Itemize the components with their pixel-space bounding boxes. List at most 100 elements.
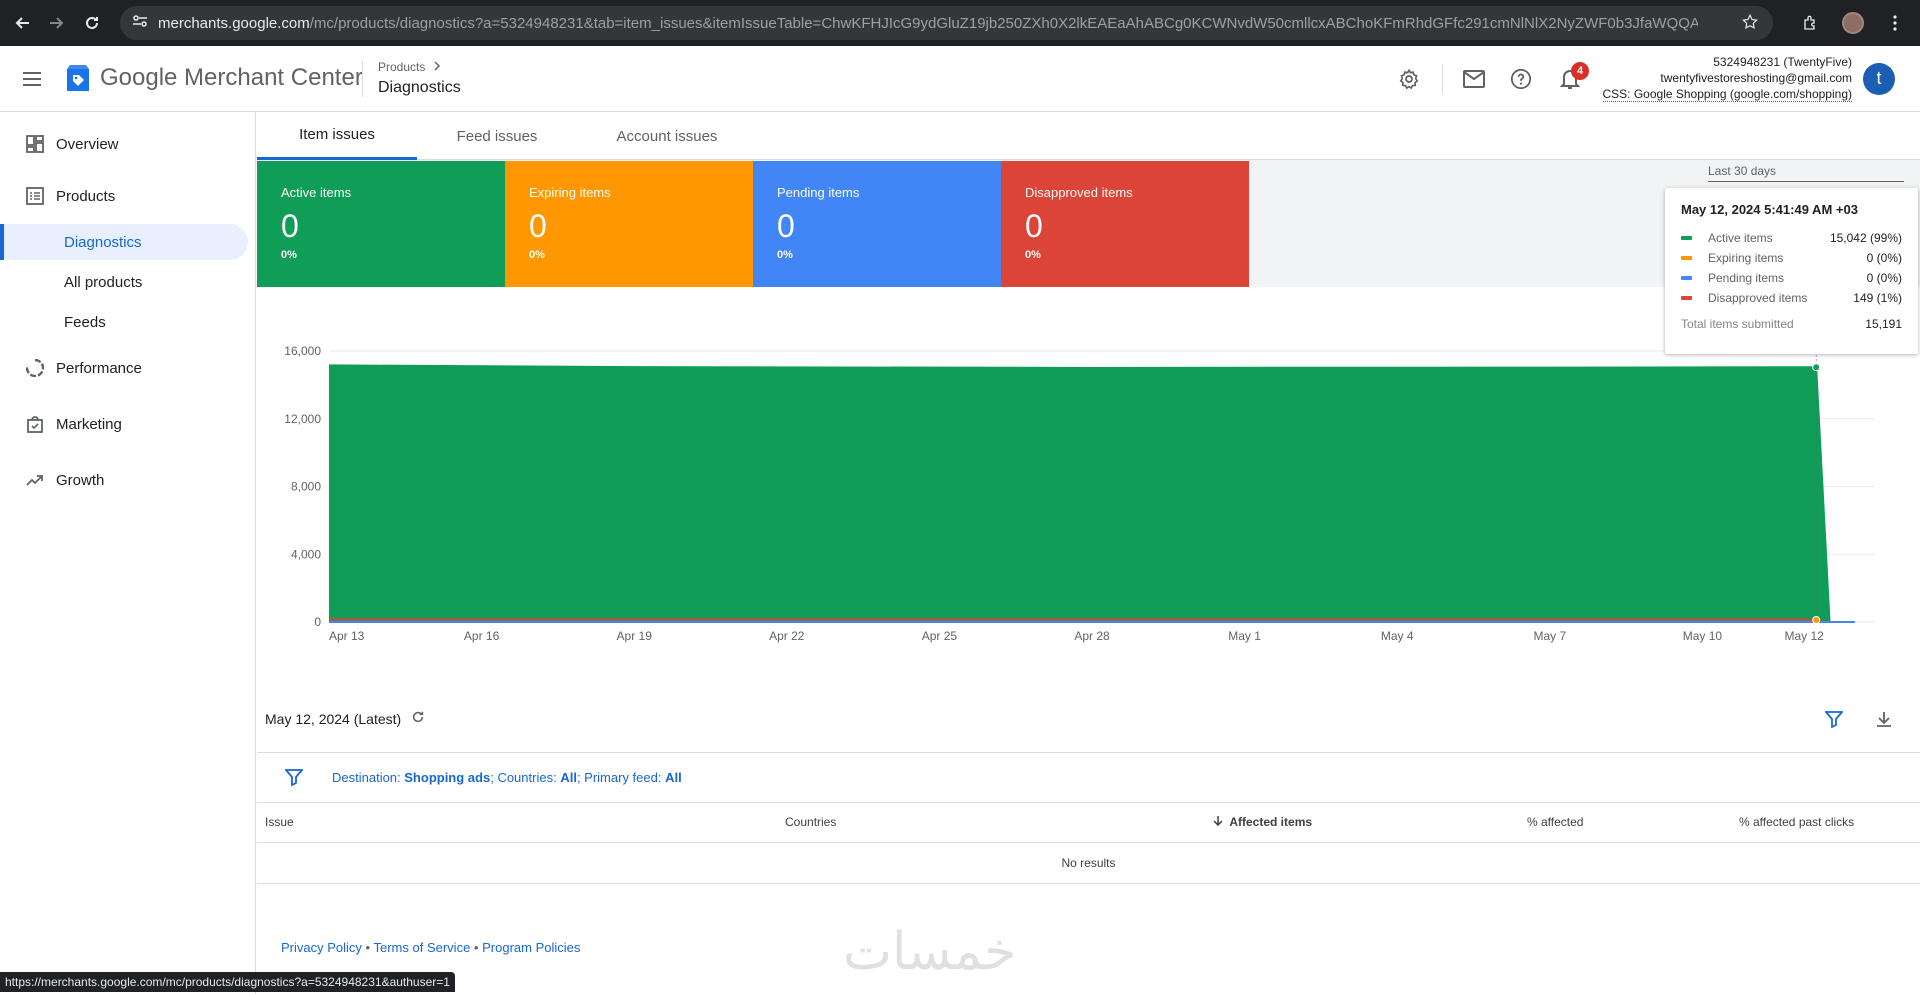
column-header-affected-items[interactable]: Affected items xyxy=(1213,815,1312,829)
header-divider xyxy=(362,61,363,97)
x-tick-label: Apr 16 xyxy=(464,629,500,643)
filter-icon[interactable] xyxy=(284,768,304,791)
tab-item-issues[interactable]: Item issues xyxy=(257,112,417,160)
bag-icon xyxy=(25,414,45,434)
page-title: Diagnostics xyxy=(378,79,461,96)
column-header-percent-affected-past-clicks[interactable]: % affected past clicks xyxy=(1739,815,1854,829)
tooltip-row: Expiring items 0 (0%) xyxy=(1681,248,1902,268)
breadcrumb-parent[interactable]: Products xyxy=(378,60,441,74)
x-tick-label: Apr 13 xyxy=(329,629,365,643)
browser-toolbar: merchants.google.com/mc/products/diagnos… xyxy=(0,0,1920,46)
x-tick-label: May 10 xyxy=(1683,629,1723,643)
sidebar-subitem-all-products[interactable]: All products xyxy=(0,264,248,300)
back-icon[interactable] xyxy=(5,6,39,40)
watermark: خمسات xyxy=(843,922,1017,982)
download-icon[interactable] xyxy=(1875,710,1893,733)
account-info[interactable]: 5324948231 (TwentyFive) twentyfivestores… xyxy=(1602,54,1852,102)
x-tick-label: Apr 19 xyxy=(617,629,653,643)
chart-tooltip: May 12, 2024 5:41:49 AM +03 Active items… xyxy=(1665,188,1918,354)
chevron-right-icon xyxy=(433,60,441,74)
app-header: Google Merchant Center Products Diagnost… xyxy=(0,46,1920,112)
expiring-items-card[interactable]: Expiring items 0 0% xyxy=(505,161,753,287)
hover-point-active xyxy=(1812,363,1821,372)
tooltip-date: May 12, 2024 5:41:49 AM +03 xyxy=(1681,202,1858,217)
column-header-countries[interactable]: Countries xyxy=(785,815,836,829)
y-tick-label: 16,000 xyxy=(284,344,321,358)
address-bar[interactable]: merchants.google.com/mc/products/diagnos… xyxy=(120,6,1773,40)
empty-state: No results xyxy=(257,843,1920,884)
terms-of-service-link[interactable]: Terms of Service xyxy=(374,940,471,955)
active-filters[interactable]: Destination: Shopping ads; Countries: Al… xyxy=(332,770,682,785)
privacy-policy-link[interactable]: Privacy Policy xyxy=(281,940,362,955)
sidebar: Overview Products Diagnostics All produc… xyxy=(0,112,256,994)
series-area-active-items xyxy=(329,365,1855,622)
tooltip-row: Pending items 0 (0%) xyxy=(1681,268,1902,288)
avatar[interactable]: t xyxy=(1863,63,1895,95)
site-info-icon[interactable] xyxy=(132,14,148,33)
status-bar-url: https://merchants.google.com/mc/products… xyxy=(0,972,455,992)
x-tick-label: May 12 xyxy=(1784,629,1824,643)
sidebar-subitem-diagnostics[interactable]: Diagnostics xyxy=(0,224,248,260)
tooltip-row: Active items 15,042 (99%) xyxy=(1681,228,1902,248)
refresh-icon[interactable] xyxy=(411,710,425,727)
help-icon[interactable] xyxy=(1507,65,1535,93)
donut-icon xyxy=(25,358,45,378)
reload-icon[interactable] xyxy=(75,6,109,40)
extensions-icon[interactable] xyxy=(1794,6,1828,40)
date-range-label[interactable]: Last 30 days xyxy=(1708,164,1776,178)
dashboard-icon xyxy=(25,134,45,154)
chrome-menu-icon[interactable] xyxy=(1878,6,1912,40)
x-tick-label: May 4 xyxy=(1381,629,1414,643)
date-range-underline xyxy=(1708,181,1904,182)
trending-up-icon xyxy=(25,470,45,490)
filter-bar[interactable]: Destination: Shopping ads; Countries: Al… xyxy=(257,753,1920,802)
bookmark-star-icon[interactable] xyxy=(1741,13,1759,36)
issue-tabs: Item issues Feed issues Account issues xyxy=(257,112,1920,160)
app-name[interactable]: Google Merchant Center xyxy=(100,64,363,92)
y-tick-label: 12,000 xyxy=(284,412,321,426)
active-items-card[interactable]: Active items 0 0% xyxy=(257,161,505,287)
sidebar-item-marketing[interactable]: Marketing xyxy=(0,406,248,442)
disapproved-items-card[interactable]: Disapproved items 0 0% xyxy=(1001,161,1249,287)
table-header: Issue Countries Affected items % affecte… xyxy=(257,802,1920,843)
list-icon xyxy=(25,186,45,206)
tab-account-issues[interactable]: Account issues xyxy=(577,112,757,160)
mail-icon[interactable] xyxy=(1460,65,1488,93)
x-tick-label: Apr 22 xyxy=(769,629,805,643)
x-tick-label: May 1 xyxy=(1228,629,1261,643)
footer-links: Privacy Policy • Terms of Service • Prog… xyxy=(281,940,581,955)
program-policies-link[interactable]: Program Policies xyxy=(482,940,580,955)
items-over-time-chart[interactable]: 0 4,000 8,000 12,000 16,000 Apr 13 Apr 16 Apr 1… xyxy=(257,330,1920,650)
pending-items-card[interactable]: Pending items 0 0% xyxy=(753,161,1001,287)
x-tick-label: Apr 25 xyxy=(922,629,958,643)
account-id: 5324948231 (TwentyFive) xyxy=(1713,55,1852,69)
sidebar-item-products[interactable]: Products xyxy=(0,178,248,214)
tab-feed-issues[interactable]: Feed issues xyxy=(417,112,577,160)
notification-count-badge: 4 xyxy=(1571,62,1589,80)
column-header-percent-affected[interactable]: % affected xyxy=(1527,815,1583,829)
hover-point-expiring xyxy=(1812,616,1821,624)
header-divider xyxy=(1442,64,1443,94)
sidebar-item-growth[interactable]: Growth xyxy=(0,462,248,498)
column-header-issue[interactable]: Issue xyxy=(265,815,294,829)
sidebar-item-performance[interactable]: Performance xyxy=(0,350,248,386)
y-tick-label: 4,000 xyxy=(291,547,321,561)
url-text: merchants.google.com/mc/products/diagnos… xyxy=(158,14,1698,32)
merchant-center-logo-icon xyxy=(64,63,92,93)
x-tick-label: May 7 xyxy=(1533,629,1566,643)
tooltip-total: Total items submitted 15,191 xyxy=(1681,317,1902,331)
profile-avatar-icon[interactable] xyxy=(1836,6,1870,40)
account-email: twentyfivestoreshosting@gmail.com xyxy=(1660,71,1852,85)
sort-arrow-down-icon xyxy=(1213,815,1226,829)
filter-toggle-icon[interactable] xyxy=(1824,710,1844,733)
forward-icon[interactable] xyxy=(40,6,74,40)
settings-gear-icon[interactable] xyxy=(1395,65,1423,93)
tooltip-row: Disapproved items 149 (1%) xyxy=(1681,288,1902,308)
account-css: CSS: Google Shopping (google.com/shoppin… xyxy=(1602,87,1852,102)
table-date: May 12, 2024 (Latest) xyxy=(265,710,425,727)
x-tick-label: Apr 28 xyxy=(1074,629,1110,643)
main-menu-icon[interactable] xyxy=(20,67,44,96)
sidebar-item-overview[interactable]: Overview xyxy=(0,126,248,162)
sidebar-subitem-feeds[interactable]: Feeds xyxy=(0,304,248,340)
y-tick-label: 8,000 xyxy=(291,480,321,494)
